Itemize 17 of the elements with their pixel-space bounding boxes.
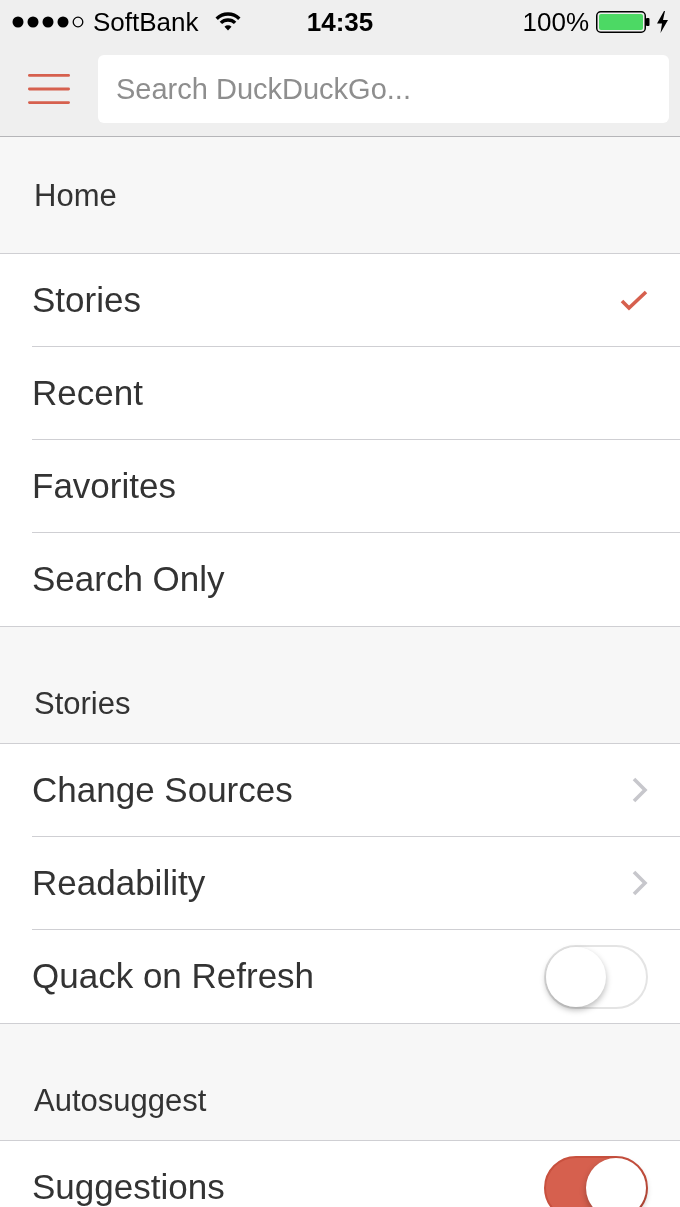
signal-strength-icon xyxy=(12,16,84,28)
section-title: Home xyxy=(34,178,117,214)
clock-time: 14:35 xyxy=(306,5,374,39)
search-field[interactable]: Search DuckDuckGo... xyxy=(98,55,669,123)
setting-label: Suggestions xyxy=(32,1166,226,1207)
chevron-right-icon xyxy=(631,777,648,803)
charging-bolt-icon xyxy=(657,11,668,33)
section-title: Autosuggest xyxy=(34,1083,207,1119)
battery-icon xyxy=(596,11,650,33)
carrier-name: SoftBank xyxy=(93,5,199,39)
menu-icon xyxy=(28,74,70,104)
toggle-switch[interactable] xyxy=(544,1155,648,1207)
wifi-icon xyxy=(213,12,242,32)
battery-percentage: 100% xyxy=(522,5,589,39)
setting-label: Quack on Refresh xyxy=(32,955,316,998)
chevron-right-icon xyxy=(631,870,648,896)
section-title: Stories xyxy=(34,686,131,722)
